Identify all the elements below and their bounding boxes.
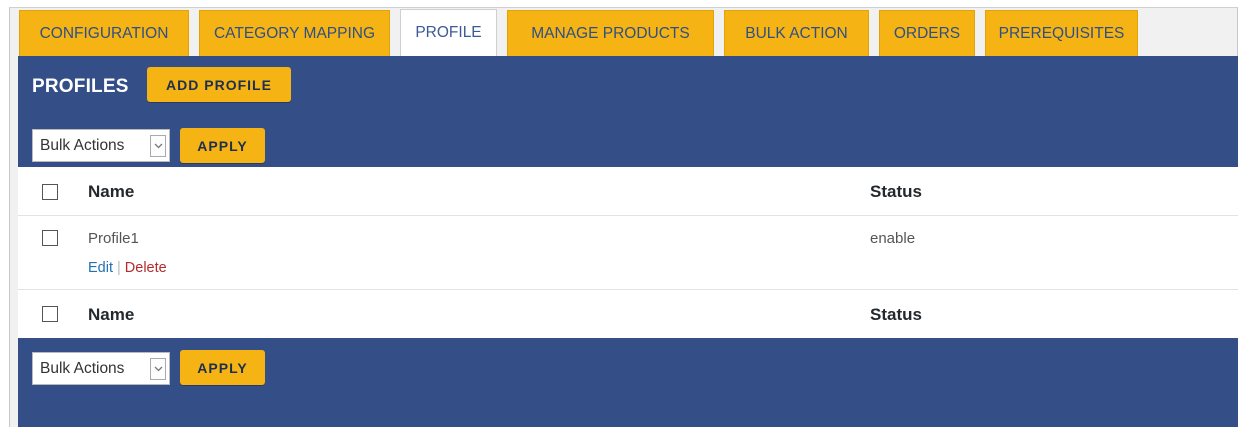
profiles-table: Name Status Profile1 Edit | Delete enable … [18,167,1238,338]
bulk-actions-select-top[interactable]: Bulk Actions [32,129,170,162]
profile-name: Profile1 [88,230,139,247]
chevron-down-icon [150,134,166,157]
table-footer: Name Status [18,290,1238,338]
apply-button-bottom[interactable]: APPLY [180,350,265,385]
select-all-checkbox-bottom[interactable] [42,306,58,322]
action-separator: | [117,260,121,276]
apply-button-top[interactable]: APPLY [180,128,265,163]
table-row: Profile1 Edit | Delete enable [18,216,1238,290]
column-header-name[interactable]: Name [88,182,134,202]
table-header: Name Status [18,167,1238,216]
add-profile-button[interactable]: ADD PROFILE [147,67,291,102]
select-all-checkbox[interactable] [42,184,58,200]
page-title: PROFILES [32,76,129,97]
chevron-down-icon [150,357,166,380]
column-footer-status[interactable]: Status [870,305,922,325]
tab-configuration[interactable]: CONFIGURATION [19,10,189,56]
tab-orders[interactable]: ORDERS [879,10,975,56]
column-header-status[interactable]: Status [870,182,922,202]
edit-link[interactable]: Edit [88,260,113,276]
bulk-actions-select-bottom[interactable]: Bulk Actions [32,352,170,385]
bulk-actions-value: Bulk Actions [40,136,125,154]
bulk-actions-value: Bulk Actions [40,359,125,377]
tab-prerequisites[interactable]: PREREQUISITES [985,10,1138,56]
tab-bar: CONFIGURATION CATEGORY MAPPING PROFILE M… [19,9,1148,56]
row-checkbox[interactable] [42,230,58,246]
column-footer-name[interactable]: Name [88,305,134,325]
tab-manage-products[interactable]: MANAGE PRODUCTS [507,10,714,56]
delete-link[interactable]: Delete [125,260,167,276]
tab-profile[interactable]: PROFILE [400,9,497,56]
tab-category-mapping[interactable]: CATEGORY MAPPING [199,10,390,56]
profiles-panel: PROFILES ADD PROFILE Bulk Actions APPLY … [18,56,1238,427]
profile-status: enable [870,230,916,247]
row-actions: Edit | Delete [88,260,167,276]
tab-bulk-action[interactable]: BULK ACTION [724,10,869,56]
